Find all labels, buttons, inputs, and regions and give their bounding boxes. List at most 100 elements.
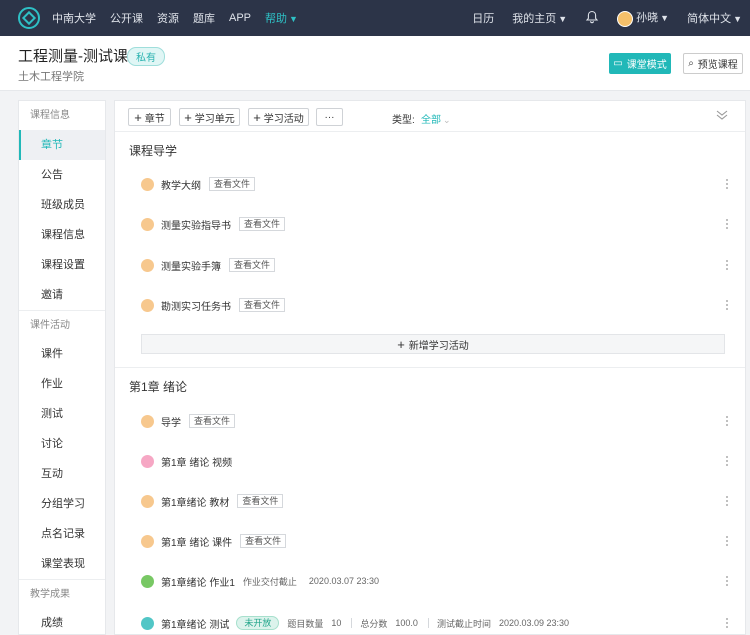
notification-bell-icon[interactable]: [585, 10, 599, 27]
sidebar-item-course-settings[interactable]: 课程设置: [19, 250, 105, 280]
sidebar-item-tests[interactable]: 测试: [19, 399, 105, 429]
nav-university[interactable]: 中南大学: [52, 10, 96, 26]
plus-icon: +: [253, 109, 261, 125]
type-filter-select[interactable]: 全部 ⌄: [421, 111, 451, 126]
nav-calendar[interactable]: 日历: [472, 10, 494, 26]
view-file-button[interactable]: 查看文件: [239, 217, 286, 231]
drag-handle-icon[interactable]: [725, 218, 729, 230]
sidebar-item-chapters[interactable]: 章节: [19, 130, 105, 160]
section-divider: [115, 367, 745, 368]
add-chapter-button[interactable]: + 章节: [128, 108, 171, 126]
view-file-button[interactable]: 查看文件: [229, 258, 276, 272]
sidebar-item-group-study[interactable]: 分组学习: [19, 489, 105, 519]
sidebar-item-announcements[interactable]: 公告: [19, 160, 105, 190]
nav-my-home[interactable]: 我的主页 ▼: [512, 10, 567, 26]
platform-logo-icon[interactable]: [18, 7, 40, 29]
drag-handle-icon[interactable]: [725, 617, 729, 629]
drag-handle-icon[interactable]: [725, 455, 729, 467]
nav-right-group: 日历 我的主页 ▼ 孙晓 ▼ 简体中文 ▼: [454, 0, 750, 36]
view-file-button[interactable]: 查看文件: [209, 177, 256, 191]
document-icon: [141, 217, 154, 231]
sidebar-item-homework[interactable]: 作业: [19, 369, 105, 399]
section-title-guide: 课程导学: [129, 144, 178, 158]
preview-course-button[interactable]: ⌕ 预览课程: [683, 53, 743, 74]
sidebar-group-results: 教学成果: [19, 579, 105, 608]
deadline-time: 2020.03.07 23:30: [308, 576, 379, 586]
item-title: 第1章 绪论 视频: [161, 457, 233, 469]
sidebar-item-class-members[interactable]: 班级成员: [19, 190, 105, 220]
collapse-all-icon[interactable]: [715, 108, 729, 122]
status-badge: 私有: [127, 47, 165, 66]
sidebar-item-attendance[interactable]: 点名记录: [19, 519, 105, 549]
content-toolbar: + 章节 + 学习单元 + 学习活动 ··· 类型: 全部 ⌄: [115, 101, 745, 132]
drag-handle-icon[interactable]: [725, 495, 729, 507]
chevron-down-icon: ⌄: [443, 115, 451, 125]
sidebar-item-grades[interactable]: 成绩: [19, 608, 105, 634]
test-icon: [141, 616, 154, 630]
plus-icon: +: [184, 109, 192, 125]
sidebar-item-performance[interactable]: 课堂表现: [19, 549, 105, 579]
document-icon: [141, 177, 154, 191]
view-file-button[interactable]: 查看文件: [239, 298, 286, 312]
nav-resources[interactable]: 资源: [157, 10, 179, 26]
classroom-mode-button[interactable]: ▭ 课堂模式: [609, 53, 671, 74]
drag-handle-icon[interactable]: [725, 535, 729, 547]
list-item[interactable]: 勘测实习任务书 查看文件: [141, 295, 737, 315]
list-item[interactable]: 教学大纲 查看文件: [141, 174, 737, 194]
total-score-value: 100.0: [395, 618, 418, 628]
question-count-value: 10: [331, 618, 342, 628]
more-button[interactable]: ···: [316, 108, 343, 126]
chevron-down-icon: ▼: [289, 14, 298, 24]
drag-handle-icon[interactable]: [725, 178, 729, 190]
list-item[interactable]: 第1章 绪论 课件 查看文件: [141, 531, 737, 551]
document-icon: [141, 298, 154, 312]
add-learning-activity-button[interactable]: + 新增学习活动: [141, 334, 725, 354]
sidebar-item-interaction[interactable]: 互动: [19, 459, 105, 489]
total-score-label: 总分数: [360, 618, 388, 629]
nav-help[interactable]: 帮助 ▼: [265, 10, 298, 26]
sidebar-item-course-info[interactable]: 课程信息: [19, 220, 105, 250]
user-menu[interactable]: 孙晓 ▼: [617, 9, 669, 27]
type-filter-label: 类型:: [392, 115, 415, 126]
item-title: 勘测实习任务书: [161, 301, 231, 313]
add-unit-button[interactable]: + 学习单元: [179, 108, 240, 126]
sidebar-item-discussion[interactable]: 讨论: [19, 429, 105, 459]
list-item[interactable]: 测量实验手簿 查看文件: [141, 255, 737, 275]
course-header: 工程测量-测试课 私有 土木工程学院 ▭ 课堂模式 ⌕ 预览课程: [0, 36, 750, 91]
drag-handle-icon[interactable]: [725, 575, 729, 587]
add-unit-label: 学习单元: [194, 113, 235, 125]
plus-icon: +: [397, 336, 405, 352]
view-file-button[interactable]: 查看文件: [240, 534, 287, 548]
list-item[interactable]: 导学 查看文件: [141, 411, 737, 431]
page-title: 工程测量-测试课: [18, 48, 128, 65]
chevron-down-icon: ▼: [558, 14, 568, 24]
nav-help-label: 帮助: [265, 13, 288, 25]
drag-handle-icon[interactable]: [725, 299, 729, 311]
list-item[interactable]: 第1章绪论 作业1 作业交付截止 2020.03.07 23:30: [141, 571, 737, 591]
nav-question-bank[interactable]: 题库: [193, 10, 215, 26]
sidebar-item-courseware[interactable]: 课件: [19, 339, 105, 369]
list-item[interactable]: 第1章绪论 测试 未开放 题目数量 10 总分数 100.0 测试截止时间 20…: [141, 613, 737, 633]
add-chapter-label: 章节: [144, 113, 165, 125]
preview-course-label: 预览课程: [697, 60, 738, 71]
drag-handle-icon[interactable]: [725, 259, 729, 271]
list-item[interactable]: 第1章绪论 教材 查看文件: [141, 491, 737, 511]
item-title: 教学大纲: [161, 180, 201, 192]
add-activity-label: 学习活动: [263, 113, 304, 125]
language-selector[interactable]: 简体中文 ▼: [687, 10, 742, 26]
drag-handle-icon[interactable]: [725, 415, 729, 427]
test-deadline-label: 测试截止时间: [436, 618, 491, 629]
nav-app[interactable]: APP: [229, 12, 251, 24]
user-name: 孙晓: [636, 12, 659, 25]
item-title: 第1章绪论 教材: [161, 497, 230, 509]
sidebar-item-invite[interactable]: 邀请: [19, 280, 105, 310]
view-file-button[interactable]: 查看文件: [189, 414, 236, 428]
add-activity-button[interactable]: + 学习活动: [248, 108, 309, 126]
nav-open-course[interactable]: 公开课: [110, 10, 143, 26]
item-title: 导学: [161, 417, 181, 429]
list-item[interactable]: 第1章 绪论 视频: [141, 451, 737, 471]
list-item[interactable]: 测量实验指导书 查看文件: [141, 214, 737, 234]
document-icon: [141, 494, 154, 508]
view-file-button[interactable]: 查看文件: [237, 494, 284, 508]
plus-icon: +: [134, 109, 142, 125]
